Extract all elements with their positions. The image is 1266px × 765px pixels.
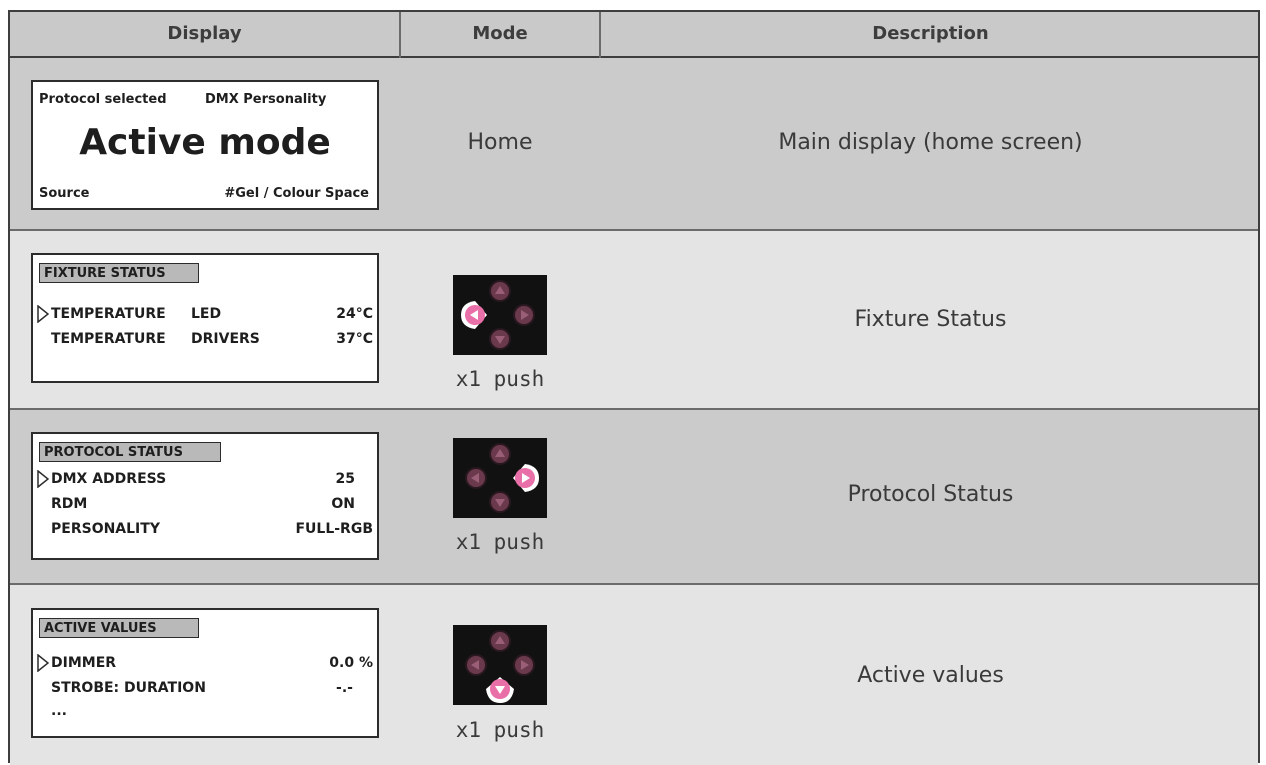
selection-arrow-icon [37,654,49,672]
line-sub: LED [191,306,222,322]
active-values-tab: ACTIVE VALUES [39,618,199,638]
line-label: TEMPERATURE [51,331,166,347]
line-label: DIMMER [51,655,117,671]
description: Main display (home screen) [778,130,1083,155]
header-description: Description [872,23,989,44]
line-value: ON [331,496,355,512]
push-count: x1 push [455,367,545,391]
protocol-selected-label: Protocol selected [39,92,167,107]
home-screen-display: Protocol selected DMX Personality Active… [31,80,379,210]
line-value: -.- [336,680,353,696]
table-row: PROTOCOL STATUS DMX ADDRESS 25 RDM ON PE… [10,410,1258,585]
push-count: x1 push [455,530,545,554]
line-sub: DRIVERS [191,331,260,347]
header-display: Display [167,23,242,44]
line-label: DMX ADDRESS [51,471,167,487]
fixture-status-display: FIXTURE STATUS TEMPERATURE LED 24°C TEMP… [31,253,379,383]
line-label: TEMPERATURE [51,306,166,322]
dmx-personality-label: DMX Personality [205,92,327,107]
active-values-display: ACTIVE VALUES DIMMER 0.0 % STROBE: DURAT… [31,608,379,738]
line-label: RDM [51,496,88,512]
dpad-left-icon [453,275,547,355]
dpad-down-icon [453,625,547,705]
line-label: STROBE: DURATION [51,680,206,696]
table-header: Display Mode Description [10,12,1258,58]
description: Active values [857,663,1004,688]
function-table: Display Mode Description Protocol select… [8,10,1260,765]
description: Fixture Status [854,307,1007,332]
line-value: 25 [335,471,355,487]
selection-arrow-icon [37,470,49,488]
line-value: 0.0 % [329,655,373,671]
table-row: Protocol selected DMX Personality Active… [10,58,1258,231]
line-value: 37°C [336,331,373,347]
gel-colour-space-label: #Gel / Colour Space [224,186,369,201]
table-row: FIXTURE STATUS TEMPERATURE LED 24°C TEMP… [10,231,1258,410]
header-mode: Mode [472,23,528,44]
table-row: ACTIVE VALUES DIMMER 0.0 % STROBE: DURAT… [10,585,1258,765]
description: Protocol Status [847,482,1014,507]
push-count: x1 push [455,718,545,742]
protocol-status-tab: PROTOCOL STATUS [39,442,221,462]
active-mode-text: Active mode [79,122,331,163]
line-value: 24°C [336,306,373,322]
fixture-status-tab: FIXTURE STATUS [39,263,199,283]
dpad-right-icon [453,438,547,518]
mode-home: Home [467,130,533,155]
line-label: ... [51,703,67,719]
line-label: PERSONALITY [51,521,160,537]
protocol-status-display: PROTOCOL STATUS DMX ADDRESS 25 RDM ON PE… [31,432,379,560]
source-label: Source [39,186,90,201]
selection-arrow-icon [37,305,49,323]
line-value: FULL-RGB [295,521,373,537]
